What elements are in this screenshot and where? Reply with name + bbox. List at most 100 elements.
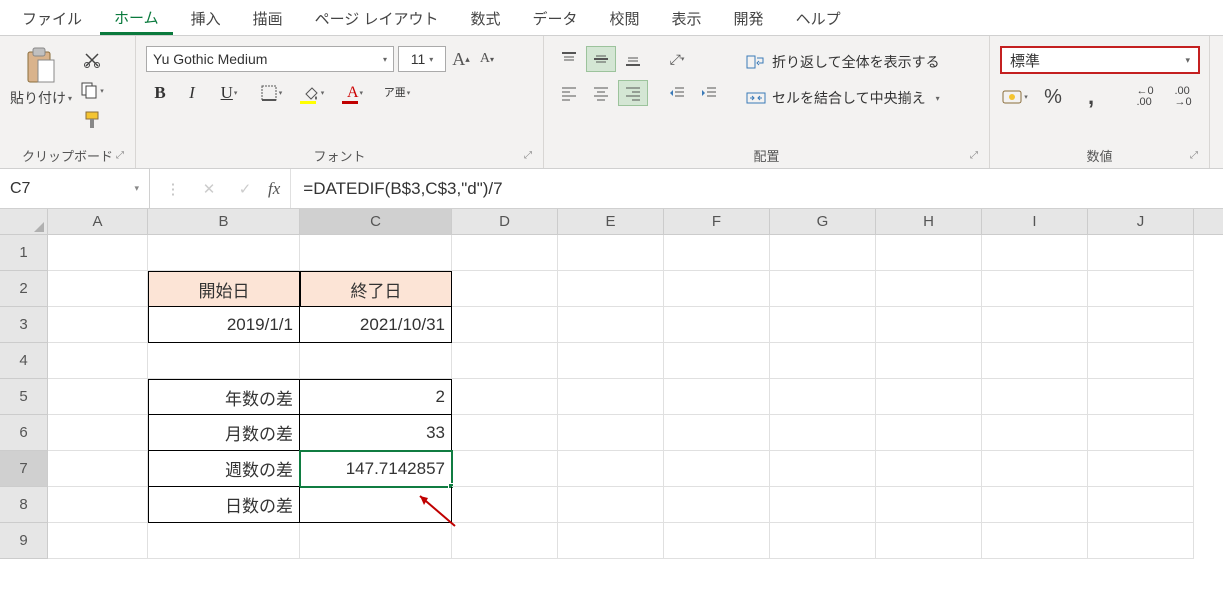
- col-header-F[interactable]: F: [664, 209, 770, 234]
- orientation-button[interactable]: ⤢▾: [662, 46, 692, 72]
- cell-I3[interactable]: [982, 307, 1088, 343]
- tab-data[interactable]: データ: [519, 2, 592, 33]
- cell-F2[interactable]: [664, 271, 770, 307]
- increase-font-button[interactable]: A▴: [450, 46, 472, 72]
- cancel-button[interactable]: ✕: [196, 180, 222, 198]
- cut-button[interactable]: [78, 48, 106, 72]
- tab-file[interactable]: ファイル: [8, 2, 96, 33]
- fx-button[interactable]: fx: [268, 179, 280, 199]
- row-header-2[interactable]: 2: [0, 271, 48, 307]
- align-center-button[interactable]: [586, 80, 616, 106]
- align-left-button[interactable]: [554, 80, 584, 106]
- bold-button[interactable]: B: [146, 80, 174, 106]
- row-header-9[interactable]: 9: [0, 523, 48, 559]
- cell-E5[interactable]: [558, 379, 664, 415]
- col-header-I[interactable]: I: [982, 209, 1088, 234]
- cell-B2[interactable]: 開始日: [148, 271, 300, 307]
- cell-A5[interactable]: [48, 379, 148, 415]
- col-header-E[interactable]: E: [558, 209, 664, 234]
- row-header-4[interactable]: 4: [0, 343, 48, 379]
- cell-H2[interactable]: [876, 271, 982, 307]
- cell-B3[interactable]: 2019/1/1: [148, 307, 300, 343]
- cell-E6[interactable]: [558, 415, 664, 451]
- tab-help[interactable]: ヘルプ: [782, 2, 855, 33]
- cell-A7[interactable]: [48, 451, 148, 487]
- cell-C3[interactable]: 2021/10/31: [300, 307, 452, 343]
- cell-A4[interactable]: [48, 343, 148, 379]
- col-header-A[interactable]: A: [48, 209, 148, 234]
- font-color-button[interactable]: A ▾: [336, 80, 374, 106]
- decrease-font-button[interactable]: A▾: [476, 46, 498, 72]
- cell-J3[interactable]: [1088, 307, 1194, 343]
- cell-A3[interactable]: [48, 307, 148, 343]
- col-header-H[interactable]: H: [876, 209, 982, 234]
- cell-D1[interactable]: [452, 235, 558, 271]
- cell-B9[interactable]: [148, 523, 300, 559]
- cell-G5[interactable]: [770, 379, 876, 415]
- cell-E8[interactable]: [558, 487, 664, 523]
- cell-H5[interactable]: [876, 379, 982, 415]
- increase-decimal-button[interactable]: ←0.00: [1130, 84, 1160, 110]
- cell-A8[interactable]: [48, 487, 148, 523]
- clipboard-launcher[interactable]: ⤢: [113, 150, 127, 164]
- cell-H4[interactable]: [876, 343, 982, 379]
- row-header-6[interactable]: 6: [0, 415, 48, 451]
- cell-H1[interactable]: [876, 235, 982, 271]
- cell-J2[interactable]: [1088, 271, 1194, 307]
- cell-I6[interactable]: [982, 415, 1088, 451]
- cell-G6[interactable]: [770, 415, 876, 451]
- cell-C4[interactable]: [300, 343, 452, 379]
- cell-I9[interactable]: [982, 523, 1088, 559]
- cell-F1[interactable]: [664, 235, 770, 271]
- number-format-combo[interactable]: 標準▾: [1000, 46, 1200, 74]
- cell-C2[interactable]: 終了日: [300, 271, 452, 307]
- cell-F3[interactable]: [664, 307, 770, 343]
- cell-H7[interactable]: [876, 451, 982, 487]
- cell-I7[interactable]: [982, 451, 1088, 487]
- cell-E7[interactable]: [558, 451, 664, 487]
- tab-home[interactable]: ホーム: [100, 1, 173, 35]
- cell-H8[interactable]: [876, 487, 982, 523]
- cell-D5[interactable]: [452, 379, 558, 415]
- cell-I4[interactable]: [982, 343, 1088, 379]
- cell-B6[interactable]: 月数の差: [148, 415, 300, 451]
- cell-G3[interactable]: [770, 307, 876, 343]
- cell-C1[interactable]: [300, 235, 452, 271]
- cell-B8[interactable]: 日数の差: [148, 487, 300, 523]
- select-all-button[interactable]: [0, 209, 48, 234]
- tab-formulas[interactable]: 数式: [456, 2, 514, 33]
- cell-G7[interactable]: [770, 451, 876, 487]
- cell-G1[interactable]: [770, 235, 876, 271]
- cell-D8[interactable]: [452, 487, 558, 523]
- cell-E3[interactable]: [558, 307, 664, 343]
- font-size-combo[interactable]: 11▾: [398, 46, 446, 72]
- align-middle-button[interactable]: [586, 46, 616, 72]
- cell-B5[interactable]: 年数の差: [148, 379, 300, 415]
- underline-button[interactable]: U▾: [210, 80, 248, 106]
- phonetic-button[interactable]: ア亜▾: [378, 80, 416, 106]
- cell-G4[interactable]: [770, 343, 876, 379]
- cell-F9[interactable]: [664, 523, 770, 559]
- cell-E1[interactable]: [558, 235, 664, 271]
- decrease-decimal-button[interactable]: .00→0: [1168, 84, 1198, 110]
- merge-center-button[interactable]: セルを結合して中央揃え ▾: [740, 82, 946, 114]
- cell-E2[interactable]: [558, 271, 664, 307]
- cell-C5[interactable]: 2: [300, 379, 452, 415]
- row-header-3[interactable]: 3: [0, 307, 48, 343]
- font-launcher[interactable]: ⤢: [521, 150, 535, 164]
- cell-J4[interactable]: [1088, 343, 1194, 379]
- increase-indent-button[interactable]: [694, 80, 724, 106]
- cell-A6[interactable]: [48, 415, 148, 451]
- cell-B4[interactable]: [148, 343, 300, 379]
- align-bottom-button[interactable]: [618, 46, 648, 72]
- tab-developer[interactable]: 開発: [720, 2, 778, 33]
- col-header-C[interactable]: C: [300, 209, 452, 234]
- tab-insert[interactable]: 挿入: [177, 2, 235, 33]
- row-header-8[interactable]: 8: [0, 487, 48, 523]
- cell-H6[interactable]: [876, 415, 982, 451]
- cell-J1[interactable]: [1088, 235, 1194, 271]
- cell-C7[interactable]: 147.7142857: [300, 451, 452, 487]
- alignment-launcher[interactable]: ⤢: [967, 150, 981, 164]
- cell-I1[interactable]: [982, 235, 1088, 271]
- cell-D7[interactable]: [452, 451, 558, 487]
